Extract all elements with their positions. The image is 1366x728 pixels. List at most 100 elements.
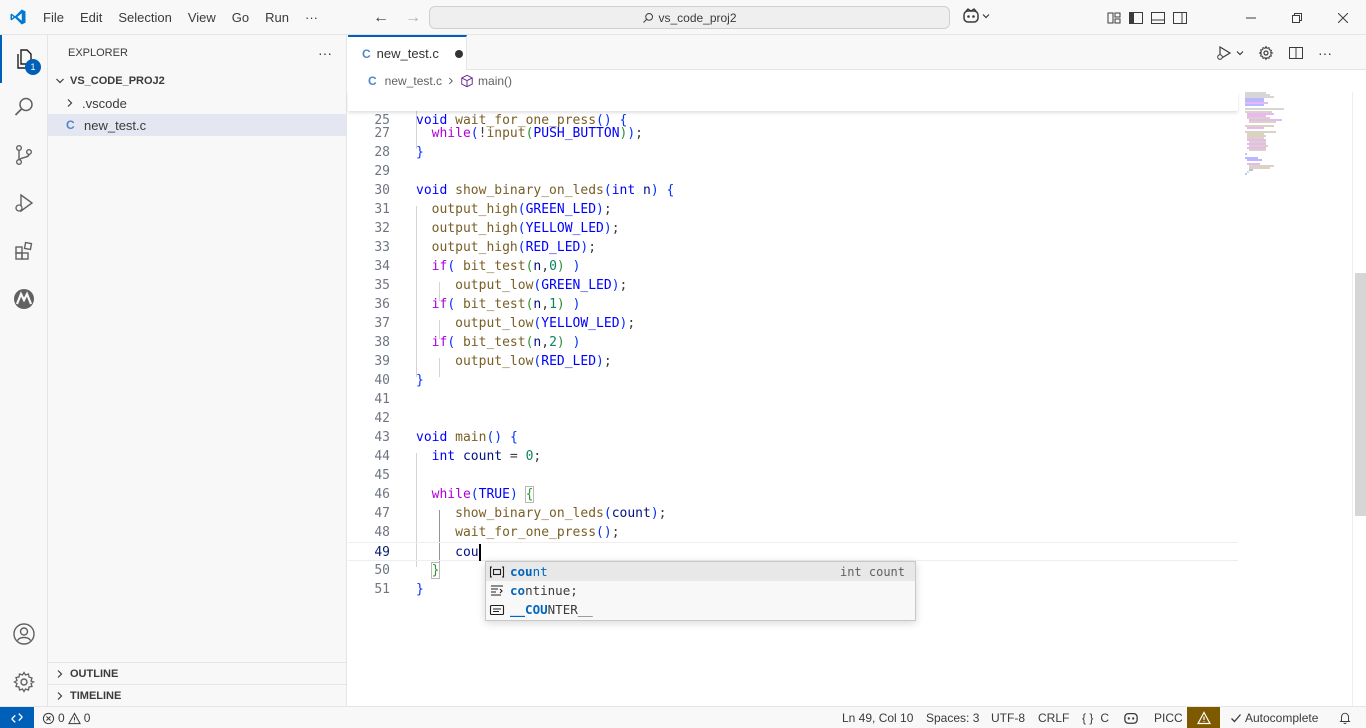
chevron-right-icon [67,99,73,107]
suggestion-item[interactable]: count int count [486,562,915,581]
vertical-scrollbar[interactable] [1352,92,1366,706]
tree-item-vscode-folder[interactable]: .vscode [48,92,346,114]
activity-source-control[interactable] [0,131,48,179]
minimap[interactable] [1238,92,1352,706]
suggestion-item[interactable]: continue; [486,581,915,600]
timeline-label: TIMELINE [70,689,122,702]
language-mode[interactable]: { } C [1082,707,1109,728]
source-control-icon [15,145,32,166]
scrollbar-thumb[interactable] [1355,273,1366,516]
chevron-down-icon [56,78,64,84]
code-line: 46 while(TRUE) { [374,486,535,503]
menu-edit[interactable]: Edit [72,0,110,35]
code-line: 44 int count = 0; [374,449,542,464]
tree-item-label: new_test.c [84,117,147,133]
menu-selection[interactable]: Selection [110,0,179,35]
close-button[interactable] [1320,0,1366,35]
outline-section-header[interactable]: OUTLINE [48,662,346,684]
toggle-primary-sidebar-icon[interactable] [1128,10,1144,26]
menu-view[interactable]: View [180,0,224,35]
c-file-icon: C [362,46,371,61]
explorer-title: EXPLORER [68,46,128,59]
menu-bar: File Edit Selection View Go Run ··· [35,0,326,35]
tree-item-label: .vscode [82,95,127,111]
timeline-section-header[interactable]: TIMELINE [48,684,346,706]
activity-explorer[interactable]: 1 [0,35,48,83]
copilot-status[interactable] [1123,707,1139,728]
suggest-widget: count int count continue; __COUNTER__ [485,561,916,621]
code-line: 36 if( bit_test(n,1) ) [374,297,581,312]
run-debug-icon [1217,45,1232,60]
gear-icon[interactable] [1258,45,1274,61]
code-line: 38 if( bit_test(n,2) ) [374,335,581,350]
copilot-menu[interactable] [962,8,990,24]
breadcrumb-file[interactable]: new_test.c [385,74,442,88]
tab-new-test-c[interactable]: C new_test.c [348,35,467,70]
run-debug-dropdown[interactable] [1216,45,1244,61]
restore-icon [1292,12,1302,23]
minimize-button[interactable] [1228,0,1274,35]
forward-arrow-icon[interactable]: → [402,9,424,27]
variable-icon [489,565,505,578]
copilot-icon [963,8,979,23]
outline-label: OUTLINE [70,667,119,680]
title-bar: File Edit Selection View Go Run ··· ← → … [0,0,1366,35]
notifications-button[interactable] [1338,707,1352,728]
code-line: 33 output_high(RED_LED); [374,240,597,255]
remote-indicator[interactable] [0,707,34,728]
code-line: 32 output_high(YELLOW_LED); [374,221,620,236]
activity-manage[interactable] [0,658,48,706]
split-editor-icon[interactable] [1288,45,1304,61]
snippet-icon [491,584,503,596]
line-ending[interactable]: CRLF [1038,707,1069,728]
code-line: 42 [374,411,390,426]
activity-search[interactable] [0,83,48,131]
copilot-icon [1124,712,1138,724]
compiler-indicator[interactable]: PICC [1154,707,1183,728]
chevron-right-icon [449,77,454,85]
menu-run[interactable]: Run [257,0,297,35]
bell-icon [1339,712,1351,724]
extensions-icon [15,241,33,260]
code-line: 43 void main() { [374,430,518,445]
command-center-search[interactable]: vs_code_proj2 [429,6,950,29]
warning-icon [1196,711,1211,725]
activity-run-debug[interactable] [0,179,48,227]
menu-more[interactable]: ··· [297,0,326,35]
c-file-icon: C [66,118,75,132]
back-arrow-icon[interactable]: ← [370,9,392,27]
unsaved-dot-icon[interactable] [454,49,463,58]
customize-layout-icon[interactable] [1106,10,1122,26]
toggle-panel-icon[interactable] [1150,10,1166,26]
suggestion-item[interactable]: __COUNTER__ [486,600,915,619]
toggle-secondary-sidebar-icon[interactable] [1172,10,1188,26]
activity-accounts[interactable] [0,610,48,658]
problems-indicator[interactable]: 0 0 [42,707,90,728]
sticky-scroll-line[interactable]: 25 void wait_for_one_press() { [348,92,1238,128]
restore-button[interactable] [1274,0,1320,35]
project-section-header[interactable]: VS_CODE_PROJ2 [48,70,346,92]
menu-go[interactable]: Go [224,0,257,35]
encoding[interactable]: UTF-8 [991,707,1025,728]
suggestion-match: co [510,583,526,598]
more-actions-button[interactable]: ··· [1318,45,1332,61]
error-count: 0 [58,711,65,725]
explorer-more-button[interactable]: ··· [318,45,332,61]
activity-microchip[interactable] [0,275,48,323]
code-line: 28} [374,145,424,160]
menu-file[interactable]: File [35,0,72,35]
autocomplete-status[interactable]: Autocomplete [1230,707,1318,728]
activity-extensions[interactable] [0,227,48,275]
warning-status-button[interactable] [1187,707,1220,728]
warning-count: 0 [83,711,91,725]
chevron-right-icon [57,669,63,678]
breadcrumb-symbol[interactable]: main() [478,74,512,88]
code-line: 37 output_low(YELLOW_LED); [374,316,636,331]
gear-icon [13,671,35,693]
warning-icon [67,711,81,724]
vscode-logo-icon [0,0,35,35]
indentation[interactable]: Spaces: 3 [926,707,979,728]
tree-item-new-test-c[interactable]: C new_test.c [48,114,346,136]
code-line: 41 [374,392,390,407]
cursor-position[interactable]: Ln 49, Col 10 [842,707,913,728]
